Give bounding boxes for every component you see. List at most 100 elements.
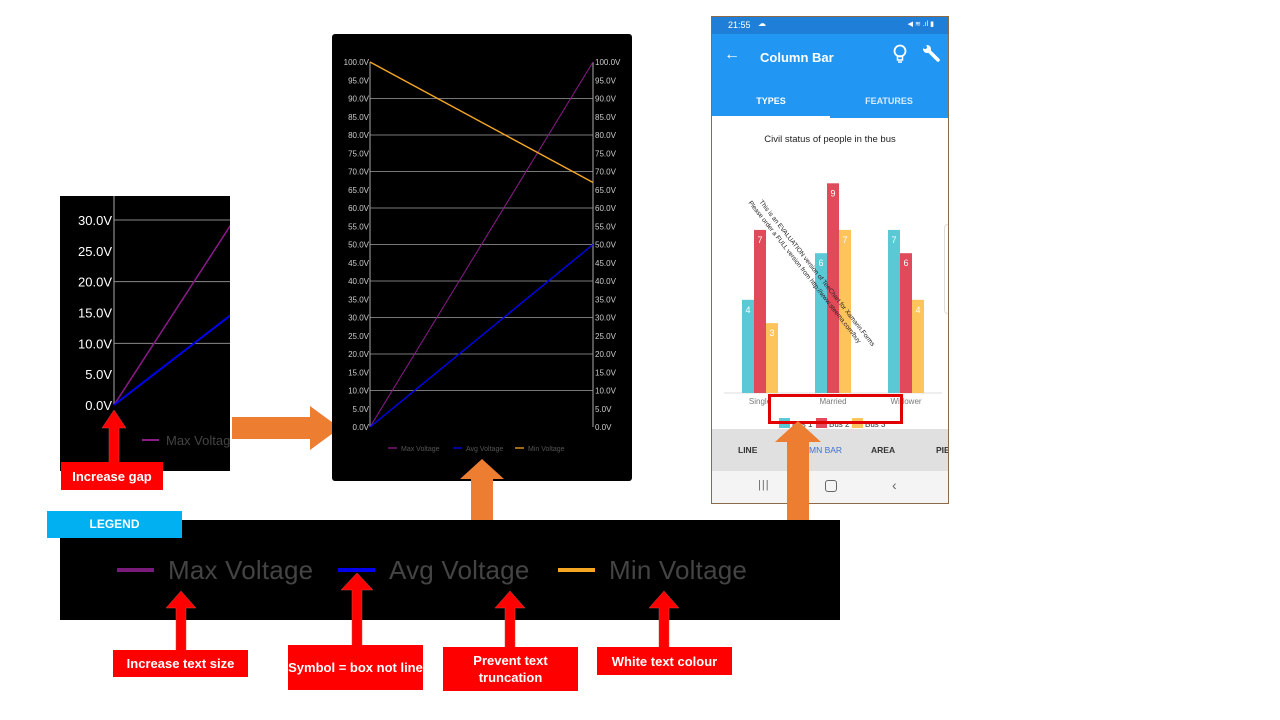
y-tick-label-right: 85.0V	[595, 113, 617, 122]
navigation-bar: ||| ‹	[712, 471, 948, 503]
y-tick-label-right: 90.0V	[595, 95, 617, 104]
red-arrow-text-size	[165, 590, 197, 652]
chart-title: Civil status of people in the bus	[764, 134, 896, 145]
status-bar: 21:55 ☁ ◀︎ ≋ .ıl ▮	[712, 17, 948, 34]
y-tick-label-right: 35.0V	[595, 295, 617, 304]
y-tick-label-left: 95.0V	[348, 76, 370, 85]
red-arrow-truncation	[494, 590, 526, 648]
legend-item-max-voltage: Max Voltage	[117, 550, 313, 590]
y-tick-label-left: 70.0V	[348, 168, 370, 177]
symbol-box-label: Symbol = box not line	[288, 645, 423, 690]
tab-area[interactable]: AREA	[871, 429, 895, 471]
series-line-avg-voltage	[369, 243, 594, 428]
tab-types[interactable]: TYPES	[712, 84, 830, 118]
home-icon[interactable]	[825, 480, 837, 492]
legend-line-symbol	[558, 568, 595, 572]
status-icons: ◀︎ ≋ .ıl ▮	[907, 21, 934, 28]
y-tick-label-right: 40.0V	[595, 277, 617, 286]
bar-value-label: 9	[830, 188, 835, 198]
y-tick-label-left: 45.0V	[348, 259, 370, 268]
orange-right-arrow	[232, 406, 340, 450]
legend-label: Max Voltage	[401, 446, 440, 453]
cloud-icon: ☁	[758, 19, 766, 28]
y-tick-label-right: 70.0V	[595, 168, 617, 177]
back-nav-icon[interactable]: ‹	[892, 477, 897, 493]
lightbulb-icon[interactable]	[892, 43, 908, 65]
y-tick-label-left: 30.0V	[348, 314, 370, 323]
tab-features[interactable]: FEATURES	[830, 84, 948, 118]
legend-label: Max Voltage	[166, 433, 230, 448]
y-tick-label-right: 80.0V	[595, 131, 617, 140]
chart-type-tabs: LINE MN BAR AREA PIE	[712, 429, 948, 471]
series-line-avg-voltage	[113, 314, 230, 406]
y-tick-label-left: 90.0V	[348, 95, 370, 104]
y-tick-label-left: 65.0V	[348, 186, 370, 195]
voltage-chart-svg: 0.0V 0.0V 5.0V 5.0V 10.0V 10.0V 15.0V 15.0V 20.0…	[344, 58, 621, 453]
app-bar: ← Column Bar	[712, 34, 948, 84]
voltage-chart: 0.0V 0.0V 5.0V 5.0V 10.0V 10.0V 15.0V 15.0V 20.0…	[332, 34, 632, 481]
increase-gap-label: Increase gap	[61, 462, 163, 490]
y-tick-label-left: 75.0V	[348, 149, 370, 158]
phone-screenshot: 21:55 ☁ ◀︎ ≋ .ıl ▮ ← Column Bar TYPES FE…	[711, 16, 949, 504]
page-title: Column Bar	[760, 50, 834, 65]
y-tick-label-left: 60.0V	[348, 204, 370, 213]
y-tick-label-right: 60.0V	[595, 204, 617, 213]
y-tick-label-right: 50.0V	[595, 241, 617, 250]
legend-label: Avg Voltage	[389, 554, 530, 585]
bar-bus-2	[754, 229, 766, 393]
y-tick-label-right: 20.0V	[595, 350, 617, 359]
tab-bar: TYPES FEATURES	[712, 84, 948, 118]
y-tick-label: 25.0V	[78, 244, 112, 259]
series-line-min-voltage	[369, 61, 594, 184]
legend-label: Max Voltage	[168, 554, 314, 585]
bar-bus-1	[888, 229, 900, 393]
y-tick-label-left: 35.0V	[348, 295, 370, 304]
bar-value-label: 3	[769, 328, 774, 338]
scroll-indicator	[944, 224, 948, 314]
bar-value-label: 7	[757, 235, 762, 245]
y-tick-label-right: 45.0V	[595, 259, 617, 268]
tab-pie[interactable]: PIE	[936, 429, 948, 471]
y-tick-label-right: 95.0V	[595, 76, 617, 85]
y-tick-label-left: 20.0V	[348, 350, 370, 359]
bar-value-label: 4	[915, 305, 920, 315]
wrench-icon[interactable]	[922, 44, 940, 62]
bar-value-label: 7	[891, 235, 896, 245]
y-tick-label-left: 5.0V	[353, 405, 370, 414]
bar-value-label: 7	[842, 235, 847, 245]
y-tick-label-right: 100.0V	[595, 58, 621, 67]
status-time: 21:55	[728, 20, 751, 30]
y-tick-label-left: 80.0V	[348, 131, 370, 140]
bar-value-label: 6	[903, 258, 908, 268]
bar-value-label: 6	[818, 258, 823, 268]
y-tick-label-right: 15.0V	[595, 368, 617, 377]
y-tick-label-left: 55.0V	[348, 222, 370, 231]
y-tick-label-left: 0.0V	[353, 423, 370, 432]
red-arrow-white-text	[648, 590, 680, 648]
prevent-truncation-label: Prevent text truncation	[443, 647, 578, 691]
y-tick-label: 30.0V	[78, 213, 112, 228]
small-chart-svg: 0.0V5.0V10.0V15.0V20.0V25.0V30.0VMax Vol…	[78, 196, 230, 448]
y-tick-label-right: 30.0V	[595, 314, 617, 323]
y-tick-label-right: 75.0V	[595, 149, 617, 158]
y-tick-label-left: 25.0V	[348, 332, 370, 341]
y-tick-label: 10.0V	[78, 336, 112, 351]
small-voltage-chart: 0.0V 5.0V 10.0V 15.0V 20.0V 25.0V 30.0V Max Vol…	[60, 196, 230, 471]
recents-icon[interactable]: |||	[758, 479, 770, 491]
series-line-max-voltage	[113, 224, 230, 406]
increase-gap-arrow	[101, 409, 127, 464]
red-arrow-symbol	[340, 572, 374, 648]
y-tick-label-right: 0.0V	[595, 423, 612, 432]
y-tick-label-right: 10.0V	[595, 387, 617, 396]
y-tick-label-left: 85.0V	[348, 113, 370, 122]
legend-label: Min Voltage	[609, 554, 748, 585]
y-tick-label: 5.0V	[85, 367, 112, 382]
legend-line-symbol	[117, 568, 154, 572]
back-arrow-icon[interactable]: ←	[724, 46, 740, 64]
legend-label: Avg Voltage	[466, 446, 503, 453]
tab-line[interactable]: LINE	[738, 429, 757, 471]
legend-label: Min Voltage	[528, 446, 565, 453]
increase-text-size-label: Increase text size	[113, 650, 248, 677]
bar-bus-2	[900, 253, 912, 393]
legend-item-min-voltage: Min Voltage	[558, 550, 747, 590]
